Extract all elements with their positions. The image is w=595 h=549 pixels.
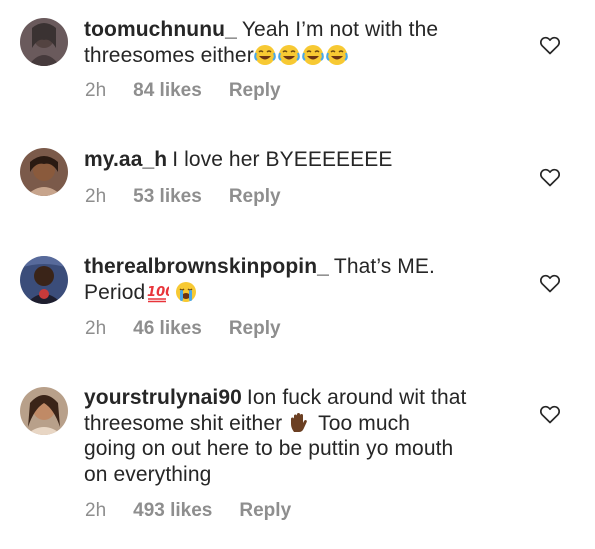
comment-text: going on out here to be puttin yo mouth [84,437,454,460]
heart-outline-icon[interactable] [540,405,560,424]
avatar[interactable] [20,387,68,435]
comment-text: I love her BYEEEEEEE [172,148,393,171]
comment-body: yourstrulynai90 Ion fuck around wit that … [84,385,524,487]
comment-username[interactable]: therealbrownskinpopin_ [84,255,329,278]
comment-text: That’s ME. [333,255,435,278]
comment-time: 2h [85,500,107,521]
reply-button[interactable]: Reply [239,500,291,522]
face-with-tears-of-joy-icon [254,44,276,65]
comment-time: 2h [85,80,107,101]
heart-outline-icon[interactable] [540,36,560,55]
comment-time: 2h [85,186,107,207]
reply-button[interactable]: Reply [229,80,281,102]
svg-text:100: 100 [147,285,169,300]
loudly-crying-face-icon [176,281,197,302]
comment-likes[interactable]: 53 likes [133,186,202,208]
comment-time: 2h [85,318,107,339]
face-with-tears-of-joy-icon [326,44,348,65]
hundred-points-icon: 100 [147,285,169,302]
comment-text: Ion fuck around wit that [246,386,467,409]
heart-outline-icon[interactable] [540,168,560,187]
comment-body: my.aa_h I love her BYEEEEEEE [84,147,524,173]
comment-meta: 2h 46 likes Reply [85,318,281,340]
comment-body: therealbrownskinpopin_ That’s ME. Period 1… [84,254,524,305]
comment-body: toomuchnunu_ Yeah I’m not with the threes… [84,17,524,68]
comment-meta: 2h 53 likes Reply [85,186,281,208]
avatar[interactable] [20,18,68,66]
reply-button[interactable]: Reply [229,186,281,208]
comment-username[interactable]: my.aa_h [84,148,167,171]
reply-button[interactable]: Reply [229,318,281,340]
comment-text: Yeah I’m not with the [241,18,439,41]
comment-username[interactable]: yourstrulynai90 [84,386,242,409]
comment-text: threesomes either [84,43,254,67]
comment-likes[interactable]: 46 likes [133,318,202,340]
comment-meta: 2h 493 likes Reply [85,500,291,522]
face-with-tears-of-joy-icon [302,44,324,65]
comment-username[interactable]: toomuchnunu_ [84,18,237,41]
comment-text: Too much [318,411,410,435]
avatar[interactable] [20,256,68,304]
comment-text: Period [84,280,146,304]
comment-text: threesome shit either [84,411,283,435]
face-with-tears-of-joy-icon [278,44,300,65]
raised-hand-dark-skin-tone-icon [291,412,307,432]
avatar[interactable] [20,148,68,196]
comment-likes[interactable]: 493 likes [133,500,212,522]
comment-likes[interactable]: 84 likes [133,80,202,102]
comment-meta: 2h 84 likes Reply [85,80,281,102]
heart-outline-icon[interactable] [540,274,560,293]
comment-text: on everything [84,462,212,486]
